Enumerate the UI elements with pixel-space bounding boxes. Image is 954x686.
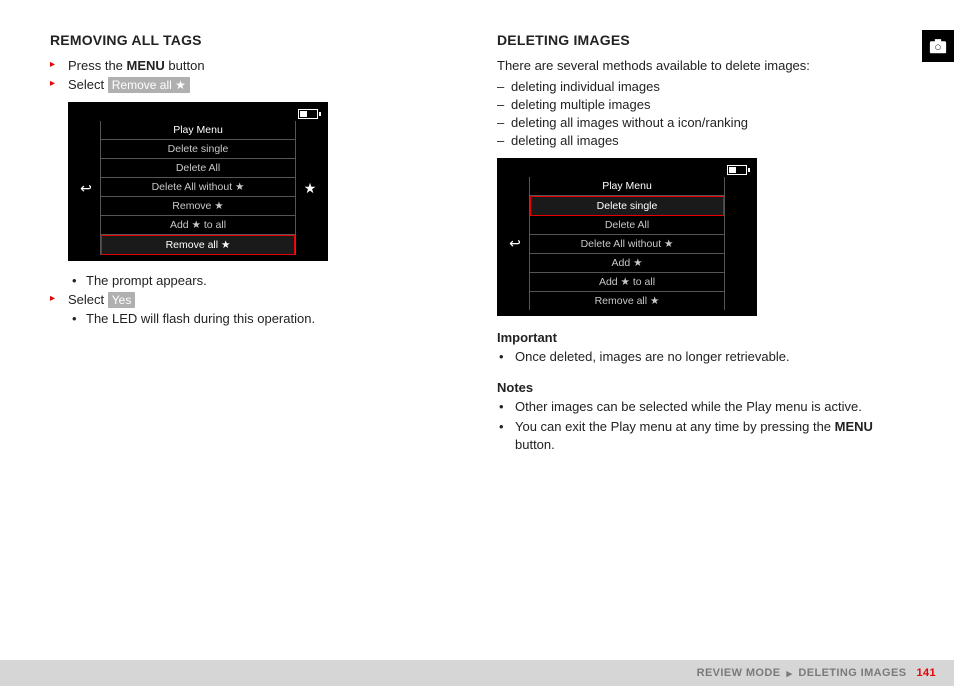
menu-item: Delete single: [530, 196, 724, 216]
page-number: 141: [916, 667, 936, 679]
menu-item: Delete All without ★: [530, 235, 724, 254]
menu-item: Delete All without ★: [101, 178, 295, 197]
menu-item: Remove ★: [101, 197, 295, 216]
page-footer: REVIEW MODE ▸ DELETING IMAGES 141: [0, 660, 954, 686]
label-important: Important: [497, 330, 904, 345]
left-column: REMOVING ALL TAGS Press the MENU button …: [50, 32, 457, 456]
menu-item: Add ★ to all: [101, 216, 295, 235]
heading-removing-all-tags: REMOVING ALL TAGS: [50, 32, 457, 48]
menu-item: Delete All: [101, 159, 295, 178]
sub-led-flash: The LED will flash during this operation…: [86, 311, 457, 326]
menu-item: Delete single: [101, 140, 295, 159]
battery-icon: [298, 109, 318, 119]
menu-header: Play Menu: [530, 177, 724, 196]
dash-item: deleting all images: [497, 133, 904, 148]
notes-bullet-1: Other images can be selected while the P…: [511, 398, 904, 416]
play-menu-list: Play MenuDelete singleDelete AllDelete A…: [529, 177, 725, 310]
star-icon: ★: [304, 180, 317, 197]
menu-item: Remove all ★: [101, 235, 295, 255]
breadcrumb-2: DELETING IMAGES: [798, 667, 906, 679]
menu-item: Add ★: [530, 254, 724, 273]
heading-deleting-images: DELETING IMAGES: [497, 32, 904, 48]
camera-screen-remove-all: ↩ Play MenuDelete singleDelete AllDelete…: [68, 102, 328, 261]
camera-screen-delete-single: ↩ Play MenuDelete singleDelete AllDelete…: [497, 158, 757, 316]
breadcrumb-1: REVIEW MODE: [697, 667, 781, 679]
dash-item: deleting all images without a icon/ranki…: [497, 115, 904, 130]
battery-icon: [727, 165, 747, 175]
chip-yes: Yes: [108, 292, 136, 308]
label-notes: Notes: [497, 380, 904, 395]
play-menu-list: Play MenuDelete singleDelete AllDelete A…: [100, 121, 296, 255]
step-select-yes: Select Yes: [50, 292, 457, 307]
step-press-menu: Press the MENU button: [50, 58, 457, 73]
intro-text: There are several methods available to d…: [497, 58, 904, 73]
menu-header: Play Menu: [101, 121, 295, 140]
menu-item: Remove all ★: [530, 292, 724, 310]
menu-item: Add ★ to all: [530, 273, 724, 292]
back-icon: ↩: [509, 235, 521, 252]
sub-prompt-appears: The prompt appears.: [86, 273, 457, 288]
chip-remove-all: Remove all ★: [108, 77, 190, 93]
back-icon: ↩: [80, 180, 92, 197]
dash-item: deleting multiple images: [497, 97, 904, 112]
important-bullet-1: Once deleted, images are no longer retri…: [511, 348, 904, 366]
section-tab-camera-icon: [922, 30, 954, 62]
chevron-right-icon: ▸: [786, 667, 792, 680]
delete-methods-list: deleting individual images deleting multi…: [497, 79, 904, 148]
right-column: DELETING IMAGES There are several method…: [497, 32, 904, 456]
menu-item: Delete All: [530, 216, 724, 235]
step-select-remove-all: Select Remove all ★: [50, 77, 457, 92]
dash-item: deleting individual images: [497, 79, 904, 94]
notes-bullet-2: You can exit the Play menu at any time b…: [511, 418, 904, 453]
